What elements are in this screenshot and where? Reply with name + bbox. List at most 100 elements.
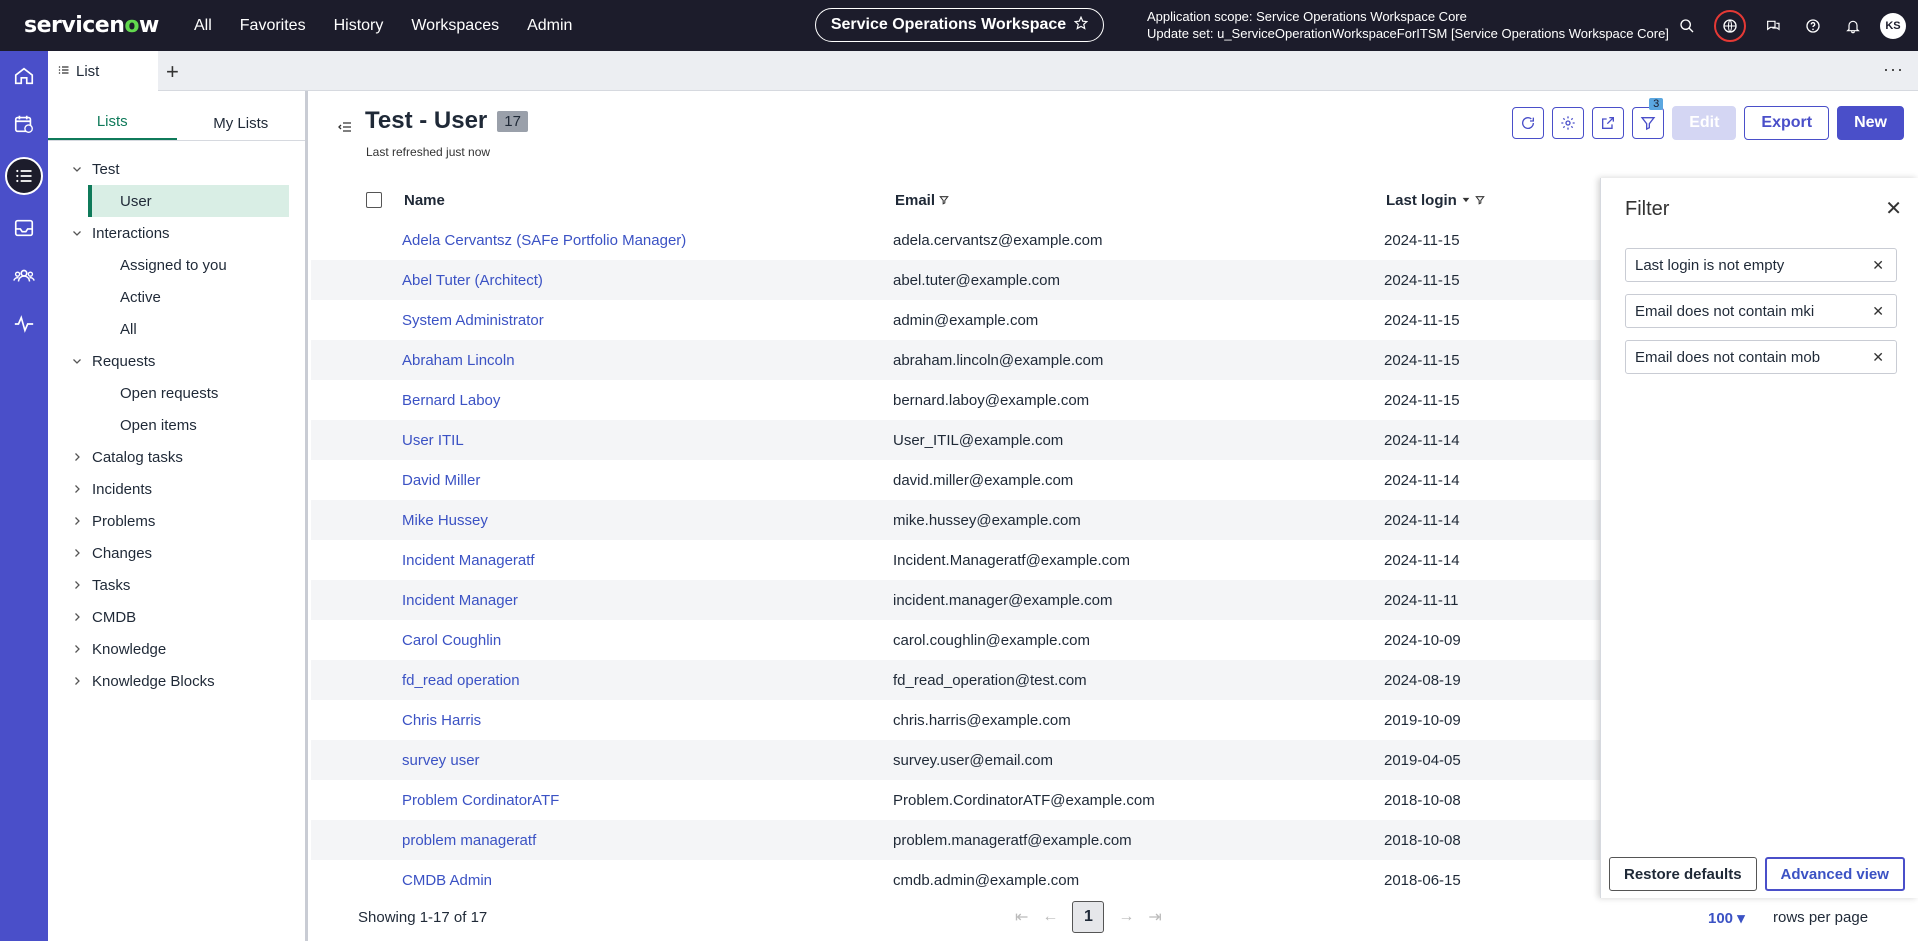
- tree-item[interactable]: Open requests: [48, 377, 305, 409]
- user-name-link[interactable]: Problem CordinatorATF: [402, 792, 559, 809]
- chevron-right-icon[interactable]: [70, 675, 84, 687]
- nav-workspaces[interactable]: Workspaces: [411, 17, 499, 35]
- filter-icon[interactable]: [939, 192, 950, 209]
- user-name-link[interactable]: User ITIL: [402, 432, 464, 449]
- table-row[interactable]: Chris Harris chris.harris@example.com 2019…: [311, 700, 1601, 740]
- tab-lists[interactable]: Lists: [48, 91, 177, 140]
- current-page[interactable]: 1: [1072, 901, 1105, 933]
- tab-list[interactable]: List: [48, 51, 158, 91]
- filter-chip[interactable]: Email does not contain mob ✕: [1625, 340, 1897, 374]
- tree-group[interactable]: Requests: [48, 345, 305, 377]
- column-last-login[interactable]: Last login: [1386, 192, 1486, 209]
- table-row[interactable]: Problem CordinatorATF Problem.CordinatorA…: [311, 780, 1601, 820]
- tree-group[interactable]: Test: [48, 153, 305, 185]
- new-button[interactable]: New: [1837, 106, 1904, 140]
- table-row[interactable]: problem manageratf problem.manageratf@exa…: [311, 820, 1601, 860]
- user-name-link[interactable]: Mike Hussey: [402, 512, 488, 529]
- user-name-link[interactable]: Abel Tuter (Architect): [402, 272, 543, 289]
- home-icon[interactable]: [9, 61, 39, 91]
- search-icon[interactable]: [1674, 13, 1700, 39]
- user-name-link[interactable]: Abraham Lincoln: [402, 352, 515, 369]
- remove-filter-icon[interactable]: ✕: [1872, 303, 1884, 320]
- tree-group[interactable]: Tasks: [48, 569, 305, 601]
- chevron-right-icon[interactable]: [70, 611, 84, 623]
- tree-group[interactable]: Knowledge Blocks: [48, 665, 305, 697]
- application-scope[interactable]: Application scope: Service Operations Wo…: [1147, 8, 1669, 42]
- collapse-panel-icon[interactable]: [337, 119, 353, 140]
- nav-history[interactable]: History: [334, 17, 384, 35]
- table-row[interactable]: Adela Cervantsz (SAFe Portfolio Manager)…: [311, 220, 1601, 260]
- add-tab-button[interactable]: +: [166, 59, 179, 85]
- tree-item[interactable]: User: [88, 185, 289, 217]
- filter-chip[interactable]: Last login is not empty ✕: [1625, 248, 1897, 282]
- inbox-icon[interactable]: [9, 213, 39, 243]
- column-email[interactable]: Email: [895, 192, 950, 209]
- prev-page-icon[interactable]: ←: [1042, 908, 1058, 926]
- list-icon[interactable]: [5, 157, 43, 195]
- table-row[interactable]: System Administrator admin@example.com 202…: [311, 300, 1601, 340]
- sort-desc-icon[interactable]: [1461, 192, 1475, 209]
- chevron-down-icon[interactable]: [70, 163, 84, 175]
- filter-icon[interactable]: [1475, 192, 1486, 209]
- restore-defaults-button[interactable]: Restore defaults: [1609, 857, 1757, 891]
- workspace-pill[interactable]: Service Operations Workspace: [815, 8, 1104, 42]
- remove-filter-icon[interactable]: ✕: [1872, 257, 1884, 274]
- table-row[interactable]: Abraham Lincoln abraham.lincoln@example.c…: [311, 340, 1601, 380]
- table-row[interactable]: David Miller david.miller@example.com 2024…: [311, 460, 1601, 500]
- tree-item[interactable]: Active: [48, 281, 305, 313]
- table-row[interactable]: User ITIL User_ITIL@example.com 2024-11-14: [311, 420, 1601, 460]
- user-name-link[interactable]: Chris Harris: [402, 712, 481, 729]
- chevron-right-icon[interactable]: [70, 579, 84, 591]
- tree-item[interactable]: Open items: [48, 409, 305, 441]
- last-page-icon[interactable]: ⇥: [1148, 907, 1161, 927]
- user-name-link[interactable]: System Administrator: [402, 312, 544, 329]
- tree-group[interactable]: Changes: [48, 537, 305, 569]
- column-name[interactable]: Name: [404, 192, 445, 209]
- user-name-link[interactable]: David Miller: [402, 472, 480, 489]
- chevron-right-icon[interactable]: [70, 483, 84, 495]
- avatar[interactable]: KS: [1880, 12, 1906, 39]
- tree-group[interactable]: Interactions: [48, 217, 305, 249]
- more-options-icon[interactable]: ···: [1883, 59, 1904, 80]
- tree-item[interactable]: All: [48, 313, 305, 345]
- tab-my-lists[interactable]: My Lists: [177, 91, 306, 140]
- nav-favorites[interactable]: Favorites: [240, 17, 306, 35]
- help-icon[interactable]: [1800, 13, 1826, 39]
- export-button[interactable]: Export: [1744, 106, 1830, 140]
- globe-icon[interactable]: [1714, 9, 1746, 42]
- chat-icon[interactable]: [1760, 13, 1786, 39]
- user-name-link[interactable]: Incident Manageratf: [402, 552, 535, 569]
- bell-icon[interactable]: [1840, 13, 1866, 39]
- advanced-view-button[interactable]: Advanced view: [1764, 857, 1905, 891]
- user-name-link[interactable]: CMDB Admin: [402, 872, 492, 889]
- user-name-link[interactable]: problem manageratf: [402, 832, 536, 849]
- share-button[interactable]: [1592, 107, 1625, 139]
- user-name-link[interactable]: Bernard Laboy: [402, 392, 500, 409]
- filter-chip[interactable]: Email does not contain mki ✕: [1625, 294, 1897, 328]
- nav-admin[interactable]: Admin: [527, 17, 572, 35]
- user-name-link[interactable]: Incident Manager: [402, 592, 518, 609]
- tree-item[interactable]: Assigned to you: [48, 249, 305, 281]
- users-icon[interactable]: [9, 261, 39, 291]
- user-name-link[interactable]: Adela Cervantsz (SAFe Portfolio Manager): [402, 232, 686, 249]
- table-row[interactable]: Abel Tuter (Architect) abel.tuter@example…: [311, 260, 1601, 300]
- tree-group[interactable]: Problems: [48, 505, 305, 537]
- table-row[interactable]: fd_read operation fd_read_operation@test.…: [311, 660, 1601, 700]
- table-row[interactable]: Bernard Laboy bernard.laboy@example.com 20…: [311, 380, 1601, 420]
- chevron-down-icon[interactable]: [70, 355, 84, 367]
- table-row[interactable]: Incident Manager incident.manager@example…: [311, 580, 1601, 620]
- user-name-link[interactable]: fd_read operation: [402, 672, 520, 689]
- chevron-right-icon[interactable]: [70, 451, 84, 463]
- activity-icon[interactable]: [9, 309, 39, 339]
- chevron-right-icon[interactable]: [70, 643, 84, 655]
- filter-button[interactable]: 3: [1632, 98, 1665, 139]
- next-page-icon[interactable]: →: [1118, 908, 1134, 926]
- table-row[interactable]: Mike Hussey mike.hussey@example.com 2024-1…: [311, 500, 1601, 540]
- tree-group[interactable]: Incidents: [48, 473, 305, 505]
- table-row[interactable]: survey user survey.user@email.com 2019-04-…: [311, 740, 1601, 780]
- tree-group[interactable]: Catalog tasks: [48, 441, 305, 473]
- settings-button[interactable]: [1552, 107, 1585, 139]
- refresh-button[interactable]: [1512, 107, 1545, 139]
- user-name-link[interactable]: survey user: [402, 752, 480, 769]
- table-row[interactable]: Carol Coughlin carol.coughlin@example.com…: [311, 620, 1601, 660]
